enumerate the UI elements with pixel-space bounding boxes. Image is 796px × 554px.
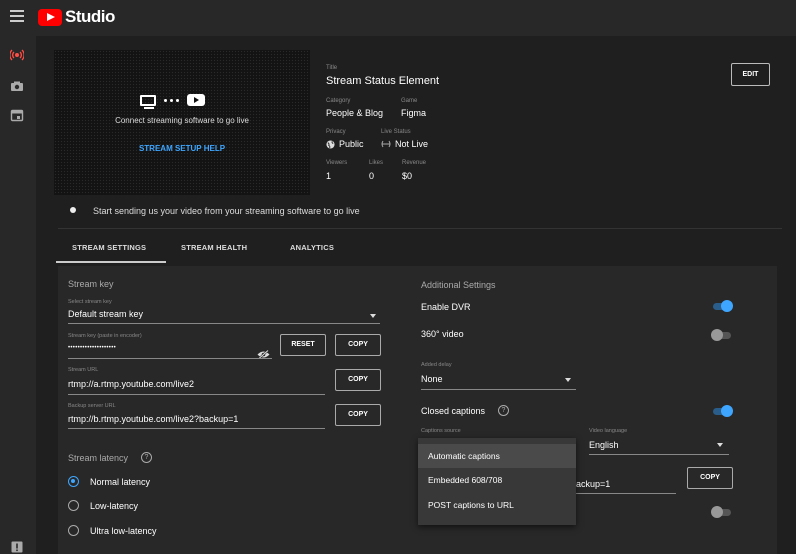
hide-key-icon[interactable] — [257, 346, 270, 364]
underline — [68, 323, 380, 324]
youtube-studio-logo[interactable]: Studio — [38, 7, 115, 27]
help-icon[interactable]: ? — [498, 405, 509, 416]
likes-value: 0 — [369, 171, 375, 181]
enable-dvr-toggle[interactable] — [711, 300, 733, 312]
additional-toggle[interactable] — [711, 506, 733, 518]
copy-stream-key-button[interactable]: COPY — [335, 334, 381, 356]
connecting-dots-icon — [164, 98, 179, 102]
stream-latency-heading: Stream latency — [68, 453, 129, 463]
camera-icon[interactable] — [10, 79, 24, 93]
revenue-label: Revenue — [402, 160, 427, 166]
globe-icon — [326, 139, 335, 149]
backup-url-field[interactable]: rtmp://b.rtmp.youtube.com/live2?backup=1 — [68, 414, 238, 424]
category-label: Category — [326, 98, 351, 104]
added-delay-label: Added delay — [421, 362, 452, 368]
stream-title: Stream Status Element — [326, 75, 440, 87]
copy-backup-url-button[interactable]: COPY — [335, 404, 381, 426]
dropdown-arrow-icon[interactable] — [717, 443, 723, 447]
menu-item-embedded-608-708[interactable]: Embedded 608/708 — [418, 468, 576, 492]
underline — [421, 389, 576, 390]
youtube-play-icon — [38, 8, 62, 26]
go-live-notice-text: Start sending us your video from your st… — [93, 206, 360, 216]
stream-key-select[interactable]: Default stream key — [68, 309, 143, 319]
top-bar: Studio — [0, 0, 796, 36]
stream-key-heading: Stream key — [68, 279, 114, 289]
copy-stream-url-button[interactable]: COPY — [335, 369, 381, 391]
live-stream-icon[interactable] — [9, 48, 25, 62]
privacy-label: Privacy — [326, 129, 346, 135]
tab-analytics[interactable]: ANALYTICS — [290, 243, 334, 252]
title-label: Title — [326, 65, 338, 71]
closed-captions-toggle[interactable] — [711, 405, 733, 417]
menu-item-post-captions-to-url[interactable]: POST captions to URL — [418, 493, 576, 517]
dropdown-arrow-icon[interactable] — [370, 314, 376, 318]
stream-key-field-label: Stream key (paste in encoder) — [68, 333, 142, 339]
status-dot-icon — [70, 207, 76, 213]
tab-stream-settings[interactable]: STREAM SETTINGS — [72, 243, 146, 252]
captions-source-menu: Automatic captions Embedded 608/708 POST… — [418, 438, 576, 525]
not-live-icon — [381, 140, 391, 148]
sidebar — [0, 36, 36, 554]
likes-label: Likes — [369, 160, 384, 166]
captions-source-label: Captions source — [421, 428, 461, 434]
help-icon[interactable]: ? — [141, 452, 152, 463]
connection-graphic — [140, 94, 205, 109]
game-value: Figma — [401, 108, 427, 118]
underline — [589, 454, 729, 455]
scrollbar[interactable] — [778, 266, 786, 554]
viewers-value: 1 — [326, 171, 332, 181]
underline — [68, 358, 272, 359]
backup-url-label: Backup server URL — [68, 403, 116, 409]
privacy-value: Public — [339, 139, 364, 149]
youtube-icon — [187, 94, 205, 106]
low-latency-label: Low-latency — [90, 501, 139, 511]
live-status-label: Live Status — [381, 129, 411, 135]
underline — [68, 428, 325, 429]
reset-button[interactable]: RESET — [280, 334, 326, 356]
closed-captions-label: Closed captions — [421, 406, 486, 416]
stream-preview: Connect streaming software to go live ST… — [54, 50, 310, 195]
underline — [576, 493, 676, 494]
feedback-icon[interactable] — [10, 540, 24, 554]
caption-url-field[interactable]: ackup=1 — [576, 479, 610, 489]
calendar-icon[interactable] — [10, 108, 24, 122]
added-delay-select[interactable]: None — [421, 374, 443, 384]
stream-key-input[interactable]: •••••••••••••••••••• — [68, 345, 116, 351]
stream-setup-help-link[interactable]: STREAM SETUP HELP — [54, 144, 310, 153]
video-language-label: Video language — [589, 428, 628, 434]
viewers-label: Viewers — [326, 160, 348, 166]
360-video-toggle[interactable] — [711, 329, 733, 341]
divider — [58, 228, 782, 229]
dropdown-arrow-icon[interactable] — [565, 378, 571, 382]
active-tab-indicator — [56, 261, 166, 263]
enable-dvr-label: Enable DVR — [421, 302, 471, 312]
360-video-label: 360° video — [421, 329, 464, 339]
live-status-value: Not Live — [395, 139, 429, 149]
live-status-row: Not Live — [381, 139, 428, 149]
computer-icon — [140, 94, 156, 109]
normal-latency-label: Normal latency — [90, 477, 151, 487]
ultra-low-latency-label: Ultra low-latency — [90, 526, 157, 536]
revenue-value: $0 — [402, 171, 413, 181]
radio-ultra-low-latency[interactable] — [68, 525, 79, 536]
edit-button[interactable]: EDIT — [731, 63, 770, 86]
menu-item-automatic-captions[interactable]: Automatic captions — [418, 444, 576, 468]
stream-url-label: Stream URL — [68, 367, 99, 373]
category-value: People & Blog — [326, 108, 384, 118]
video-language-select[interactable]: English — [589, 440, 619, 450]
additional-settings-heading: Additional Settings — [421, 280, 496, 290]
tab-stream-health[interactable]: STREAM HEALTH — [181, 243, 247, 252]
underline — [68, 394, 325, 395]
connect-message: Connect streaming software to go live — [115, 116, 249, 125]
go-live-notice: Start sending us your video from your st… — [58, 199, 782, 223]
app-name: Studio — [65, 7, 115, 26]
game-label: Game — [401, 98, 418, 104]
select-stream-key-label: Select stream key — [68, 299, 112, 305]
menu-icon[interactable] — [10, 10, 24, 22]
radio-low-latency[interactable] — [68, 500, 79, 511]
privacy-value-row: Public — [326, 139, 364, 149]
radio-normal-latency[interactable] — [68, 476, 79, 487]
stream-url-field[interactable]: rtmp://a.rtmp.youtube.com/live2 — [68, 379, 194, 389]
copy-caption-url-button[interactable]: COPY — [687, 467, 733, 489]
